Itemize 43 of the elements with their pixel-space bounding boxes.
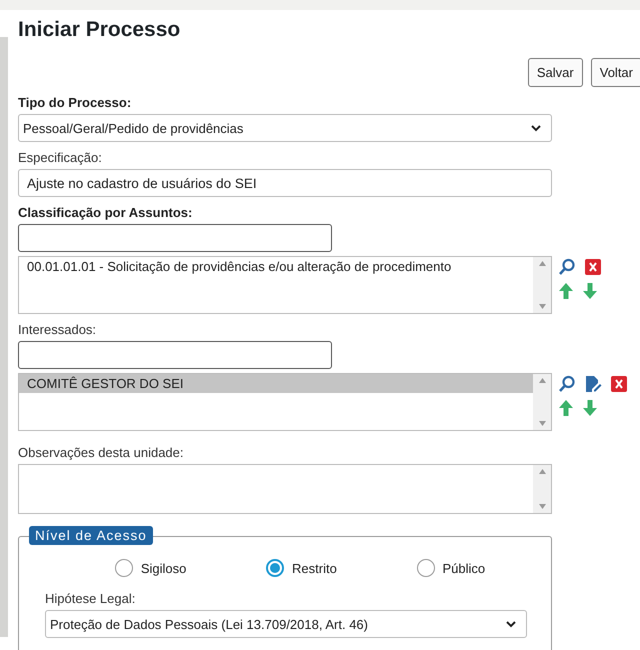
arrow-down-icon[interactable] xyxy=(582,282,598,300)
scroll-down-icon[interactable] xyxy=(538,504,546,509)
specification-field[interactable]: Ajuste no cadastro de usuários do SEI xyxy=(18,169,552,197)
scrollbar[interactable] xyxy=(533,465,551,513)
arrow-up-icon[interactable] xyxy=(558,282,574,300)
radio-option[interactable]: Público xyxy=(416,559,486,577)
field-label: Hipótese Legal: xyxy=(45,591,136,606)
arrow-up-icon[interactable] xyxy=(558,399,574,417)
scrollbar[interactable] xyxy=(533,257,551,313)
list-option[interactable]: COMITÊ GESTOR DO SEI xyxy=(19,374,533,393)
scroll-down-icon[interactable] xyxy=(538,304,546,309)
search-icon[interactable] xyxy=(558,375,576,393)
subject-search-field[interactable] xyxy=(18,224,332,252)
process-type-select[interactable]: Pessoal/Geral/Pedido de providências xyxy=(18,114,552,142)
list-option[interactable]: 00.01.01.01 - Solicitação de providências e/ou alteração de procedimento xyxy=(19,257,533,276)
chevron-icon xyxy=(506,620,516,628)
scrollbar[interactable] xyxy=(533,374,551,430)
action-button[interactable]: Salvar xyxy=(528,58,583,87)
field-label: Classificação por Assuntos: xyxy=(18,205,194,220)
interested-list[interactable]: COMITÊ GESTOR DO SEI xyxy=(18,373,552,431)
scroll-down-icon[interactable] xyxy=(538,421,546,426)
chevron-icon xyxy=(531,124,541,132)
action-button[interactable]: Voltar xyxy=(590,58,640,87)
field-label: Interessados: xyxy=(18,322,98,337)
scroll-up-icon[interactable] xyxy=(538,261,546,266)
page-title: Iniciar Processo xyxy=(18,17,182,43)
arrow-down-icon[interactable] xyxy=(582,399,598,417)
delete-icon[interactable] xyxy=(584,258,602,276)
field-label: Tipo do Processo: xyxy=(18,95,132,110)
panel-legend: Nível de Acesso xyxy=(29,526,153,545)
radio-option[interactable]: Sigiloso xyxy=(114,559,186,577)
radio-option[interactable]: Restrito xyxy=(266,559,337,577)
interested-search-field[interactable] xyxy=(18,341,332,369)
field-label: Observações desta unidade: xyxy=(18,445,184,460)
observations-field[interactable] xyxy=(18,464,552,514)
scroll-up-icon[interactable] xyxy=(538,469,546,474)
search-icon[interactable] xyxy=(558,258,576,276)
subject-list[interactable]: 00.01.01.01 - Solicitação de providências e/ou alteração de procedimento xyxy=(18,256,552,314)
edit-document-icon[interactable] xyxy=(584,375,602,393)
field-label: Especificação: xyxy=(18,150,103,165)
legal-basis-select[interactable]: Proteção de Dados Pessoais (Lei 13.709/2018, Art. 46) xyxy=(45,610,527,638)
delete-icon[interactable] xyxy=(610,375,628,393)
scroll-up-icon[interactable] xyxy=(538,378,546,383)
